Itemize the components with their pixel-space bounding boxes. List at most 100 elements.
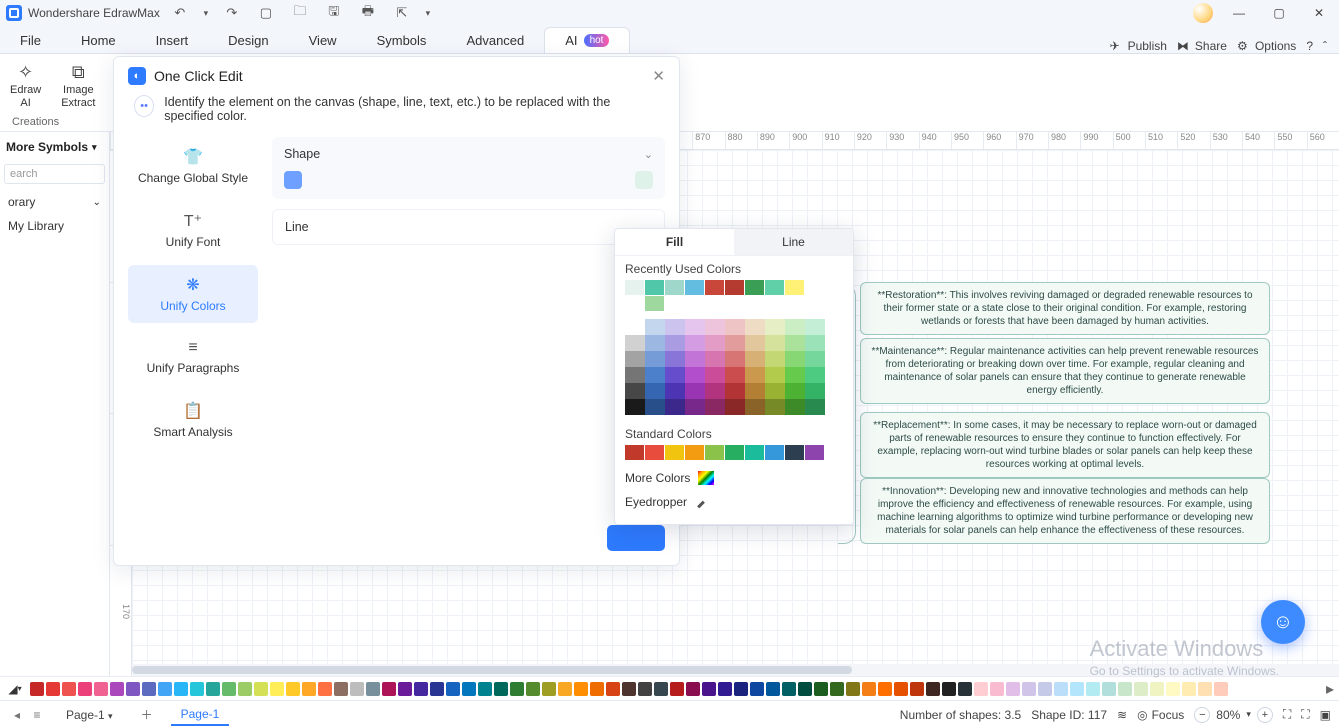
line-dropdown[interactable]: Line <box>285 220 652 234</box>
colorstrip-swatch[interactable] <box>702 682 716 696</box>
shape-dropdown[interactable]: Shape ⌄ <box>284 147 653 161</box>
colorstrip-swatch[interactable] <box>110 682 124 696</box>
ai-chat-bubble[interactable]: ☺ <box>1261 600 1305 644</box>
color-swatch[interactable] <box>645 280 664 295</box>
colorstrip-swatch[interactable] <box>318 682 332 696</box>
colorstrip-swatch[interactable] <box>302 682 316 696</box>
color-swatch[interactable] <box>785 351 805 367</box>
colorstrip-swatch[interactable] <box>334 682 348 696</box>
color-swatch[interactable] <box>705 367 725 383</box>
colorstrip-swatch[interactable] <box>462 682 476 696</box>
shape-from-color-swatch[interactable] <box>284 171 302 189</box>
colorstrip-swatch[interactable] <box>222 682 236 696</box>
color-swatch[interactable] <box>805 367 825 383</box>
color-swatch[interactable] <box>685 335 705 351</box>
ribbon-image-extract[interactable]: ⧉ Image Extract <box>51 54 105 131</box>
color-swatch[interactable] <box>745 319 765 335</box>
canvas-hscrollbar[interactable] <box>132 664 1339 676</box>
window-maximize-button[interactable]: ▢ <box>1259 0 1299 26</box>
menu-view[interactable]: View <box>289 28 357 53</box>
redo-icon[interactable]: ↷ <box>218 0 246 26</box>
colorstrip-swatch[interactable] <box>510 682 524 696</box>
colorstrip-swatch[interactable] <box>1054 682 1068 696</box>
color-swatch[interactable] <box>625 367 645 383</box>
color-swatch[interactable] <box>645 383 665 399</box>
color-swatch[interactable] <box>805 280 824 295</box>
colorstrip-swatch[interactable] <box>270 682 284 696</box>
color-swatch[interactable] <box>685 351 705 367</box>
colorstrip-swatch[interactable] <box>638 682 652 696</box>
colorstrip-swatch[interactable] <box>574 682 588 696</box>
colorstrip-swatch[interactable] <box>814 682 828 696</box>
color-swatch[interactable] <box>765 383 785 399</box>
window-minimize-button[interactable]: — <box>1219 0 1259 26</box>
color-swatch[interactable] <box>665 351 685 367</box>
menu-ai[interactable]: AI hot <box>544 27 630 53</box>
colorstrip-swatch[interactable] <box>478 682 492 696</box>
color-swatch[interactable] <box>645 399 665 415</box>
colorstrip-swatch[interactable] <box>942 682 956 696</box>
color-swatch[interactable] <box>765 445 784 460</box>
apply-button[interactable] <box>607 525 665 551</box>
colorstrip-swatch[interactable] <box>670 682 684 696</box>
colorstrip-swatch[interactable] <box>766 682 780 696</box>
export-dropdown-icon[interactable]: ▾ <box>422 0 434 26</box>
color-swatch[interactable] <box>765 399 785 415</box>
colorstrip-swatch[interactable] <box>382 682 396 696</box>
colorstrip-swatch[interactable] <box>526 682 540 696</box>
more-colors-button[interactable]: More Colors <box>615 466 853 490</box>
color-swatch[interactable] <box>765 335 785 351</box>
export-icon[interactable]: ⇱ <box>388 0 416 26</box>
color-swatch[interactable] <box>725 445 744 460</box>
colorstrip-swatch[interactable] <box>190 682 204 696</box>
colorstrip-swatch[interactable] <box>974 682 988 696</box>
color-swatch[interactable] <box>785 399 805 415</box>
page-list-button[interactable]: ≡ <box>28 705 46 725</box>
color-swatch[interactable] <box>665 335 685 351</box>
layers-button[interactable]: ≋ <box>1117 708 1127 722</box>
color-swatch[interactable] <box>665 367 685 383</box>
colorstrip-swatch[interactable] <box>590 682 604 696</box>
colorstrip-swatch[interactable] <box>894 682 908 696</box>
library-select[interactable]: orary⌄ <box>4 192 105 212</box>
colorstrip-swatch[interactable] <box>62 682 76 696</box>
color-swatch[interactable] <box>705 383 725 399</box>
colorstrip-swatch[interactable] <box>46 682 60 696</box>
menu-insert[interactable]: Insert <box>136 28 209 53</box>
color-swatch[interactable] <box>625 383 645 399</box>
colorstrip-swatch[interactable] <box>366 682 380 696</box>
colorstrip-swatch[interactable] <box>734 682 748 696</box>
color-swatch[interactable] <box>745 367 765 383</box>
colorstrip-swatch[interactable] <box>750 682 764 696</box>
color-swatch[interactable] <box>665 280 684 295</box>
menu-home[interactable]: Home <box>61 28 136 53</box>
zoom-dropdown-icon[interactable]: ▾ <box>1246 709 1251 720</box>
more-symbols-button[interactable]: More Symbols▾ <box>0 132 109 162</box>
color-swatch[interactable] <box>685 280 704 295</box>
fill-bucket-icon[interactable]: ◢▾ <box>6 681 24 697</box>
mindmap-node-replacement[interactable]: **Replacement**: In some cases, it may b… <box>860 412 1270 478</box>
my-library-item[interactable]: My Library <box>4 216 105 236</box>
colorstrip-swatch[interactable] <box>846 682 860 696</box>
color-swatch[interactable] <box>625 296 644 311</box>
color-swatch[interactable] <box>765 351 785 367</box>
colorstrip-swatch[interactable] <box>350 682 364 696</box>
color-swatch[interactable] <box>745 335 765 351</box>
color-swatch[interactable] <box>705 445 724 460</box>
color-swatch[interactable] <box>705 351 725 367</box>
add-page-button[interactable]: ＋ <box>133 703 161 726</box>
fit-page-button[interactable]: ⛶ <box>1283 707 1291 722</box>
color-swatch[interactable] <box>745 280 764 295</box>
colorstrip-swatch[interactable] <box>1134 682 1148 696</box>
colorstrip-swatch[interactable] <box>1214 682 1228 696</box>
mindmap-node-restoration[interactable]: **Restoration**: This involves reviving … <box>860 282 1270 335</box>
presentation-button[interactable]: ▣ <box>1320 708 1331 722</box>
color-swatch[interactable] <box>625 445 644 460</box>
collapse-ribbon-button[interactable]: ˆ <box>1323 39 1327 53</box>
print-icon[interactable]: 🖶 <box>354 0 382 26</box>
colorstrip-swatch[interactable] <box>206 682 220 696</box>
color-swatch[interactable] <box>645 319 665 335</box>
zoom-out-button[interactable]: − <box>1194 707 1210 723</box>
focus-button[interactable]: ◎Focus <box>1137 708 1184 722</box>
mindmap-node-innovation[interactable]: **Innovation**: Developing new and innov… <box>860 478 1270 544</box>
